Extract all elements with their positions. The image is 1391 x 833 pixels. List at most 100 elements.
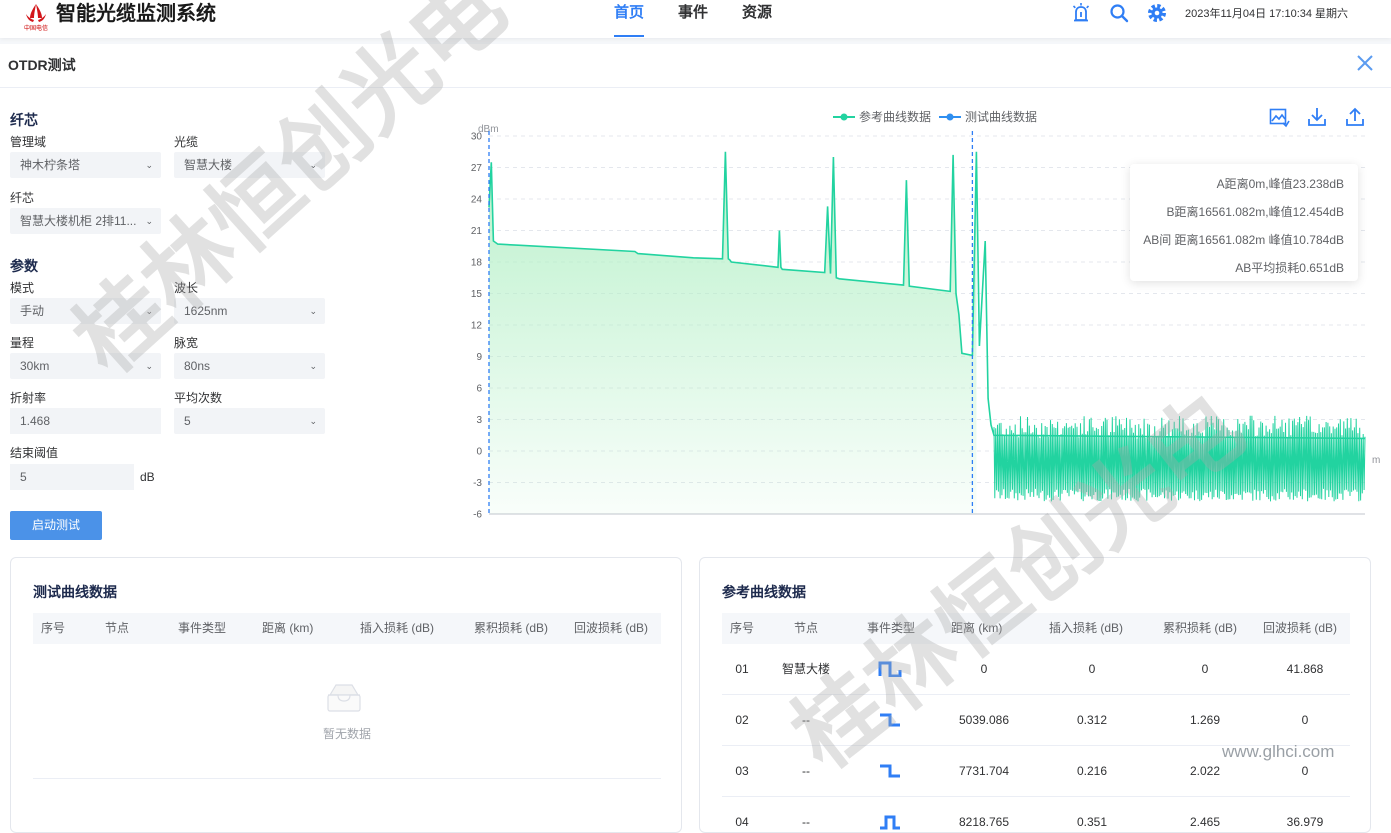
close-icon[interactable] — [1354, 52, 1376, 74]
panel-title: OTDR测试 — [8, 57, 76, 73]
mode-value: 手动 — [20, 304, 45, 318]
y-tick-label: -3 — [473, 478, 482, 489]
col-cumulative-loss: 累积损耗 (dB) — [1163, 621, 1238, 635]
nav-home[interactable]: 首页 — [614, 0, 645, 38]
cable-label: 光缆 — [174, 135, 199, 149]
y-tick-label: 18 — [471, 258, 483, 269]
core-select[interactable]: 智慧大楼机柜 2排11... ⌄ — [10, 208, 161, 234]
row-distance: 0 — [980, 662, 988, 676]
avg-label: 平均次数 — [174, 391, 223, 405]
row-node: -- — [802, 815, 810, 829]
y-tick-label: 27 — [471, 163, 483, 174]
reference-area — [489, 151, 977, 514]
chevron-down-icon: ⌄ — [309, 361, 317, 371]
row-distance: 7731.704 — [958, 764, 1010, 778]
app-title: 智能光缆监测系统 — [56, 3, 216, 25]
ab-info-tooltip: A距离0m,峰值23.238dB B距离16561.082m,峰值12.454d… — [1130, 164, 1358, 281]
mode-label: 模式 — [10, 281, 35, 295]
col-cumulative-loss: 累积损耗 (dB) — [474, 621, 549, 635]
row-cumulative-loss: 0 — [1201, 662, 1209, 676]
wavelength-label: 波长 — [174, 281, 199, 295]
col-distance: 距离 (km) — [262, 621, 314, 635]
start-test-button[interactable]: 启动测试 — [10, 511, 102, 540]
table-row[interactable]: 04 -- 8218.765 0.351 2.465 36.979 — [722, 797, 1350, 832]
col-distance: 距离 (km) — [951, 621, 1003, 635]
info-ab: AB间 距离16561.082m 峰值10.784dB — [1143, 233, 1344, 247]
range-select[interactable]: 30km ⌄ — [10, 353, 161, 379]
otdr-panel: OTDR测试 纤芯 管理域 神木柠条塔 ⌄ 光缆 智慧大楼 ⌄ 纤芯 智慧大楼机柜 … — [0, 44, 1391, 833]
pulse-select[interactable]: 80ns ⌄ — [174, 353, 325, 379]
threshold-unit: dB — [140, 470, 155, 484]
x-unit-label: m — [1372, 455, 1380, 466]
test-data-card: 测试曲线数据 序号 节点 事件类型 距离 (km) 插入损耗 (dB) 累积损耗… — [10, 557, 682, 833]
cable-select[interactable]: 智慧大楼 ⌄ — [174, 152, 325, 178]
logo-caption: 中国电信 — [24, 26, 49, 32]
cable-value: 智慧大楼 — [184, 158, 233, 172]
avg-value: 5 — [184, 414, 191, 428]
chevron-down-icon: ⌄ — [309, 306, 317, 316]
main-nav: 首页 事件 资源 — [614, 0, 772, 38]
threshold-input[interactable]: 5 — [10, 464, 134, 490]
nav-events[interactable]: 事件 — [678, 0, 708, 38]
gear-icon[interactable] — [1146, 2, 1168, 24]
params-section-title: 参数 — [10, 258, 38, 274]
col-event-type: 事件类型 — [867, 621, 916, 635]
col-return-loss: 回波损耗 (dB) — [1263, 621, 1338, 635]
avg-select[interactable]: 5 ⌄ — [174, 408, 325, 434]
col-node: 节点 — [105, 621, 130, 635]
y-tick-label: 24 — [471, 195, 483, 206]
nav-resources[interactable]: 资源 — [742, 0, 772, 38]
search-icon[interactable] — [1108, 2, 1130, 24]
chevron-down-icon: ⌄ — [145, 160, 153, 170]
row-return-loss: 0 — [1301, 713, 1309, 727]
domain-select[interactable]: 神木柠条塔 ⌄ — [10, 152, 161, 178]
y-tick-label: 21 — [471, 226, 483, 237]
table-bottom-border — [33, 778, 661, 779]
otdr-chart[interactable]: dBm302724211815129630-3-603751.4907502.9… — [460, 99, 1390, 519]
y-tick-label: 12 — [471, 321, 483, 332]
col-return-loss: 回波损耗 (dB) — [574, 621, 649, 635]
empty-text: 暂无数据 — [323, 727, 372, 741]
reflect-start-icon — [860, 644, 920, 699]
row-cumulative-loss: 2.465 — [1189, 815, 1221, 829]
row-cumulative-loss: 1.269 — [1189, 713, 1221, 727]
row-node: -- — [802, 713, 810, 727]
refract-input[interactable]: 1.468 — [10, 408, 161, 434]
y-tick-label: 30 — [471, 132, 483, 143]
row-insert-loss: 0.216 — [1076, 764, 1108, 778]
chevron-down-icon: ⌄ — [145, 216, 153, 226]
step-down-icon — [860, 746, 920, 801]
alarm-icon[interactable] — [1070, 2, 1092, 24]
current-datetime: 2023年11月04日 17:10:34 星期六 — [1185, 8, 1349, 20]
chevron-down-icon: ⌄ — [309, 416, 317, 426]
panel-divider — [0, 87, 1391, 88]
col-insert-loss: 插入损耗 (dB) — [360, 621, 435, 635]
reference-noise-line — [993, 415, 1366, 502]
reflect-event-icon — [860, 797, 920, 832]
row-distance: 5039.086 — [958, 713, 1010, 727]
row-node: -- — [802, 764, 810, 778]
wavelength-select[interactable]: 1625nm ⌄ — [174, 298, 325, 324]
refract-label: 折射率 — [10, 391, 47, 405]
info-ab-avg: AB平均损耗0.651dB — [1235, 261, 1344, 275]
site-watermark: www.glhci.com — [1222, 742, 1335, 761]
pulse-label: 脉宽 — [174, 336, 199, 350]
pulse-value: 80ns — [184, 359, 211, 373]
top-bar: 中国电信 智能光缆监测系统 首页 事件 资源 2023年11月04日 17:10… — [0, 0, 1391, 38]
test-table-header: 序号 节点 事件类型 距离 (km) 插入损耗 (dB) 累积损耗 (dB) 回… — [33, 613, 661, 644]
y-tick-label: 15 — [471, 289, 483, 300]
col-node: 节点 — [794, 621, 819, 635]
mode-select[interactable]: 手动 ⌄ — [10, 298, 161, 324]
y-tick-label: 0 — [476, 447, 482, 458]
wavelength-value: 1625nm — [184, 304, 228, 318]
row-node: 智慧大楼 — [781, 662, 830, 676]
step-down-icon — [860, 695, 920, 750]
y-tick-label: -6 — [473, 510, 482, 520]
table-row[interactable]: 01 智慧大楼 0 0 0 41.868 — [722, 644, 1350, 695]
fiber-section-title: 纤芯 — [10, 112, 38, 128]
y-tick-label: 6 — [476, 384, 482, 395]
ref-table-header: 序号 节点 事件类型 距离 (km) 插入损耗 (dB) 累积损耗 (dB) 回… — [722, 613, 1350, 644]
table-row[interactable]: 02 -- 5039.086 0.312 1.269 0 — [722, 695, 1350, 746]
info-a: A距离0m,峰值23.238dB — [1216, 177, 1344, 191]
row-return-loss: 41.868 — [1286, 662, 1324, 676]
